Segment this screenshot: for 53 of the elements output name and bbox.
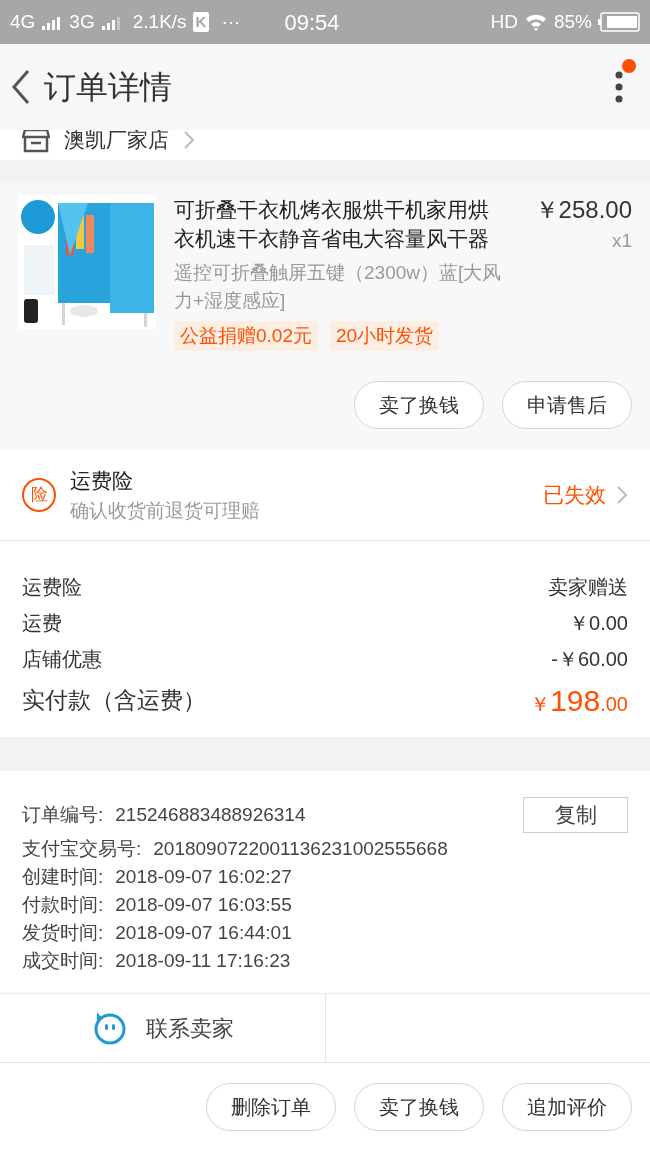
order-info-label: 发货时间:: [22, 920, 104, 945]
action-button[interactable]: 卖了换钱: [354, 381, 484, 429]
order-info-label: 成交时间:: [22, 948, 104, 973]
more-icon[interactable]: [614, 69, 624, 105]
hd-label: HD: [490, 9, 518, 34]
clock: 09:54: [284, 8, 340, 37]
order-info-label: 订单编号:: [22, 802, 104, 827]
total-amount: ￥198.00: [530, 682, 628, 719]
quantity: x1: [611, 229, 632, 253]
bottom-action-button[interactable]: 删除订单: [206, 1083, 336, 1131]
tag-label: 20小时发货: [330, 321, 440, 351]
fee-value: ￥0.00: [569, 611, 628, 636]
fee-label: 店铺优惠: [22, 647, 102, 672]
fee-value: 卖家赠送: [548, 575, 628, 600]
insurance-row[interactable]: 险 运费险 确认收货前退货可理赔 已失效: [0, 450, 650, 541]
store-icon: [22, 130, 50, 153]
insurance-status: 已失效: [543, 482, 606, 509]
bottom-action-button[interactable]: 卖了换钱: [354, 1083, 484, 1131]
price: ￥258.00: [534, 195, 632, 225]
action-button[interactable]: 申请售后: [502, 381, 632, 429]
insurance-title: 运费险: [70, 468, 134, 494]
insurance-subtitle: 确认收货前退货可理赔: [70, 498, 260, 523]
insurance-icon: 险: [22, 478, 56, 512]
order-info-value: 2018-09-07 16:02:27: [115, 864, 292, 889]
battery-label: 85%: [553, 9, 592, 34]
order-info-value: 2018-09-07 16:03:55: [115, 892, 292, 917]
app-badge: K: [192, 12, 210, 32]
total-label: 实付款（含运费）: [22, 685, 206, 715]
fee-label: 运费险: [22, 575, 82, 600]
order-info-value: 2018-09-07 16:44:01: [115, 920, 292, 945]
chevron-right-icon: [183, 130, 195, 150]
copy-button[interactable]: 复制: [523, 797, 628, 833]
product-title[interactable]: 可折叠干衣机烤衣服烘干机家用烘衣机速干衣静音省电大容量风干器: [174, 195, 506, 253]
order-info-label: 创建时间:: [22, 864, 104, 889]
bottom-action-button[interactable]: 追加评价: [502, 1083, 632, 1131]
signal-icon: [100, 14, 123, 30]
fee-value: -￥60.00: [551, 647, 628, 672]
fee-label: 运费: [22, 611, 62, 636]
tag-label: 公益捐赠0.02元: [174, 321, 318, 351]
store-name[interactable]: 澳凯厂家店: [64, 130, 169, 156]
page-title: 订单详情: [44, 68, 172, 107]
battery-icon: [598, 12, 640, 32]
order-info-value: 215246883488926314: [115, 802, 306, 827]
order-info-label: 支付宝交易号:: [22, 836, 142, 861]
order-info-value: 2018090722001136231002555668: [153, 836, 448, 861]
network-label: 3G: [69, 9, 95, 34]
more-indicator: ···: [221, 9, 241, 34]
product-variant: 遥控可折叠触屏五键（2300w）蓝[大风力+湿度感应]: [174, 261, 503, 313]
speed-label: 2.1K/s: [132, 9, 187, 34]
chevron-right-icon: [616, 485, 628, 505]
order-info-value: 2018-09-11 17:16:23: [115, 948, 291, 973]
network-label: 4G: [10, 9, 36, 34]
order-info-label: 付款时间:: [22, 892, 104, 917]
